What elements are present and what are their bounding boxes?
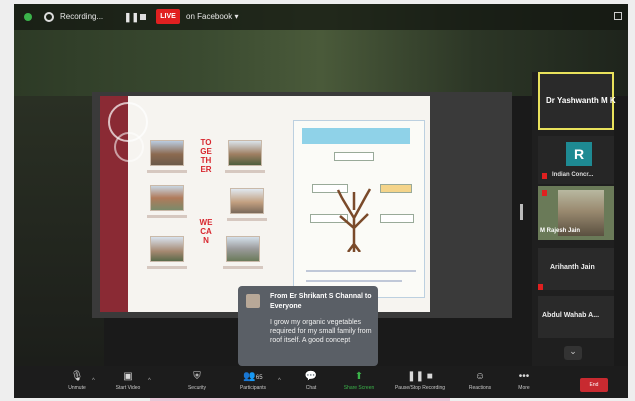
diagram-box <box>380 214 414 223</box>
photo-caption <box>225 170 265 173</box>
caret-up-icon[interactable]: ^ <box>148 378 151 384</box>
chat-button[interactable]: 💬 Chat <box>296 370 326 398</box>
security-shield-icon[interactable] <box>24 13 32 21</box>
participant-name: Dr Yashwanth M K <box>546 96 616 105</box>
photo-caption <box>147 266 187 269</box>
toolbar-label: Start Video <box>115 385 141 391</box>
security-button[interactable]: ⛨ Security <box>180 370 214 398</box>
background-video-left <box>14 96 104 366</box>
caret-up-icon[interactable]: ^ <box>278 378 281 384</box>
house-photo <box>228 140 262 166</box>
chat-message: I grow my organic vegetables required fo… <box>270 319 372 344</box>
recording-label: Recording... <box>60 12 104 21</box>
chevron-down-icon[interactable]: ⌄ <box>564 346 582 360</box>
diagram-footer-line <box>306 270 416 272</box>
participant-tile[interactable]: Abdul Wahab A... <box>538 296 614 338</box>
shield-icon: ⛨ <box>193 371 201 382</box>
slide-decoration-ring <box>114 132 144 162</box>
diagram-footer-line <box>306 280 402 282</box>
tree-diagram-icon <box>336 188 372 252</box>
mic-muted-icon <box>542 190 547 196</box>
photo-caption <box>147 215 187 218</box>
participant-name: Abdul Wahab A... <box>542 312 600 319</box>
participant-tile[interactable]: Dr Yashwanth M K <box>538 72 616 130</box>
unmute-button[interactable]: 🎙 Unmute <box>60 370 94 398</box>
video-off-icon: ▣ <box>123 371 133 382</box>
participant-name: Indian Concr... <box>552 172 594 178</box>
end-meeting-button[interactable]: End <box>580 378 608 392</box>
mic-muted-icon: 🎙 <box>70 371 84 382</box>
recording-icon <box>44 12 54 22</box>
diagram-box <box>380 184 412 193</box>
share-screen-button[interactable]: ⬆ Share Screen <box>338 370 380 398</box>
house-photo <box>230 188 264 214</box>
participant-tile[interactable]: R Indian Concr... <box>538 136 614 184</box>
share-screen-icon: ⬆ <box>354 371 364 382</box>
participants-count: 65 <box>255 375 263 381</box>
photo-caption <box>227 218 267 221</box>
more-button[interactable]: ••• More <box>510 370 538 398</box>
live-badge: LIVE <box>156 9 180 24</box>
participant-tile[interactable]: M Rajesh Jain <box>538 186 614 240</box>
diagram-box <box>334 152 374 161</box>
toolbar-label: Chat <box>305 385 317 391</box>
toolbar-label: Share Screen <box>343 385 375 391</box>
house-photo <box>150 236 184 262</box>
start-video-button[interactable]: ▣ Start Video <box>108 370 148 398</box>
chat-icon: 💬 <box>304 371 318 382</box>
reactions-button[interactable]: ☺ Reactions <box>462 370 498 398</box>
participant-tile[interactable]: Arihanth Jain <box>538 248 614 290</box>
toolbar-label: Pause/Stop Recording <box>394 385 446 391</box>
view-menu-icon[interactable] <box>614 12 622 20</box>
participants-glyph: 👥 <box>243 371 256 382</box>
chat-sender: From Er Shrikant S Channal to Everyone <box>270 293 372 310</box>
reactions-icon: ☺ <box>474 371 486 382</box>
mic-muted-icon <box>538 284 543 290</box>
avatar <box>246 294 260 308</box>
toolbar-label: More <box>518 385 530 391</box>
pause-recording-icon[interactable]: ❚❚ <box>124 10 139 24</box>
panel-resize-handle[interactable] <box>520 204 523 220</box>
toolbar-label: Participants <box>239 385 267 391</box>
slide-diagram-header <box>302 128 410 144</box>
participant-name: M Rajesh Jain <box>540 228 581 234</box>
toolbar-label: Unmute <box>68 385 86 391</box>
stop-recording-icon[interactable] <box>140 14 146 20</box>
slide-vertical-text: TOGETHER <box>200 138 212 174</box>
live-destination-dropdown[interactable]: on Facebook ▾ <box>186 10 239 24</box>
photo-caption <box>223 266 263 269</box>
caret-up-icon[interactable]: ^ <box>92 378 95 384</box>
mic-muted-icon <box>542 173 547 179</box>
house-photo <box>150 185 184 211</box>
slide-vertical-text: WE CAN <box>199 218 213 245</box>
participant-name: Arihanth Jain <box>550 264 595 271</box>
participants-icon: 👥65 <box>232 370 274 384</box>
recording-status-bar: Recording... ❚❚ LIVE on Facebook ▾ <box>14 4 628 30</box>
photo-caption <box>147 170 187 173</box>
toolbar-label: Reactions <box>468 385 492 391</box>
avatar: R <box>566 142 592 166</box>
pause-stop-icon: ❚❚ ■ <box>407 371 433 382</box>
house-photo <box>226 236 260 262</box>
house-photo <box>150 140 184 166</box>
pause-stop-recording-button[interactable]: ❚❚ ■ Pause/Stop Recording <box>388 370 452 398</box>
toolbar-label: Security <box>187 385 207 391</box>
more-icon: ••• <box>518 371 530 382</box>
participants-button[interactable]: 👥65 Participants <box>232 370 274 398</box>
